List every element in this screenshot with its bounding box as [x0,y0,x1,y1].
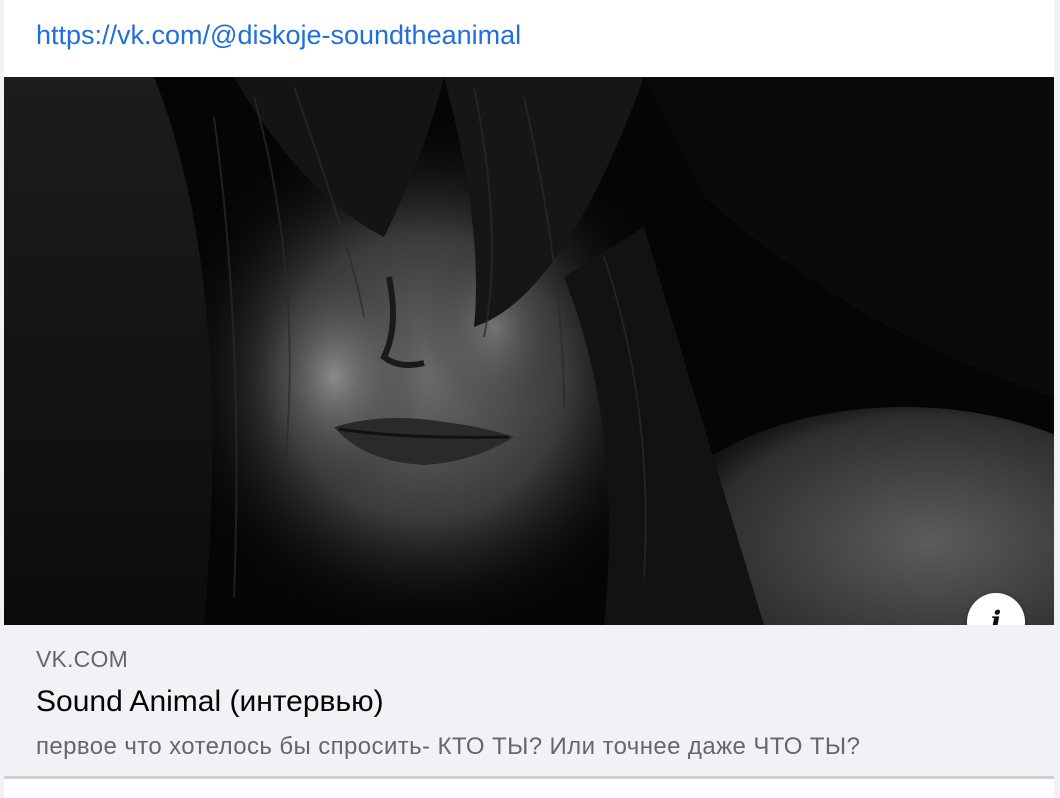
post-url-link[interactable]: https://vk.com/@diskoje-soundtheanimal [36,18,521,52]
caption-divider [4,776,1054,779]
preview-description: первое что хотелось бы спросить- КТО ТЫ?… [36,733,861,760]
preview-title[interactable]: Sound Animal (интервью) [36,684,384,720]
preview-domain: VK.COM [36,646,128,672]
info-icon: i [990,605,1002,626]
link-preview-caption[interactable]: VK.COM Sound Animal (интервью) первое чт… [4,625,1054,776]
post-card: https://vk.com/@diskoje-soundtheanimal i… [4,0,1054,798]
link-preview-image[interactable]: i [4,77,1054,625]
portrait-photo [4,77,1054,625]
